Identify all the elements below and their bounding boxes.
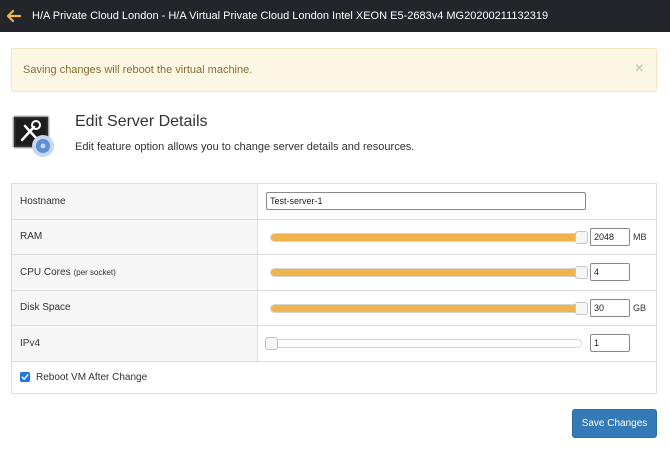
ipv4-input[interactable]: 1	[590, 334, 630, 352]
hostname-row: Hostname Test-server-1	[12, 184, 656, 220]
reboot-row: Reboot VM After Change	[12, 362, 656, 394]
disk-slider-handle[interactable]	[575, 301, 588, 315]
ram-slider-handle[interactable]	[575, 230, 588, 244]
disk-unit: GB	[633, 302, 647, 313]
save-changes-button[interactable]: Save Changes	[572, 409, 657, 438]
alert-message: Saving changes will reboot the virtual m…	[23, 64, 253, 76]
cpu-slider-fill	[271, 269, 581, 276]
cpu-row: CPU Cores (per socket) 4	[12, 255, 656, 291]
hostname-input[interactable]: Test-server-1	[266, 192, 586, 210]
ipv4-slider-handle[interactable]	[265, 337, 278, 350]
server-details-form: Hostname Test-server-1 RAM 2048 MB CPU C…	[11, 183, 657, 394]
checkmark-icon	[21, 374, 29, 380]
back-button[interactable]	[0, 0, 28, 32]
ram-input[interactable]: 2048	[590, 227, 630, 246]
close-icon[interactable]: ×	[635, 60, 644, 78]
cpu-slider-handle[interactable]	[575, 266, 588, 279]
reboot-label: Reboot VM After Change	[36, 371, 148, 383]
ipv4-row: IPv4 1	[12, 326, 656, 362]
disk-row: Disk Space 30 GB	[12, 290, 656, 326]
arrow-left-icon	[7, 10, 21, 22]
disk-slider[interactable]	[270, 301, 588, 315]
hostname-label: Hostname	[12, 184, 258, 219]
ram-unit: MB	[633, 231, 647, 242]
ram-label: RAM	[12, 219, 258, 254]
page-subtitle: Edit feature option allows you to change…	[75, 141, 415, 153]
window-title: H/A Private Cloud London - H/A Virtual P…	[32, 10, 549, 22]
disk-label: Disk Space	[12, 290, 258, 325]
ipv4-label: IPv4	[12, 326, 258, 361]
cpu-label: CPU Cores (per socket)	[12, 255, 258, 290]
ram-slider-fill	[271, 233, 581, 241]
reboot-warning-alert: Saving changes will reboot the virtual m…	[11, 48, 657, 92]
disk-slider-fill	[271, 304, 581, 312]
page-title: Edit Server Details	[75, 113, 208, 130]
ram-row: RAM 2048 MB	[12, 219, 656, 255]
reboot-checkbox[interactable]	[20, 372, 30, 382]
cpu-label-note: (per socket)	[73, 267, 116, 277]
server-settings-icon	[12, 114, 56, 158]
ipv4-slider[interactable]	[265, 337, 582, 350]
cpu-slider[interactable]	[270, 266, 588, 279]
ram-slider[interactable]	[270, 230, 588, 244]
disk-input[interactable]: 30	[590, 298, 630, 317]
cpu-label-text: CPU Cores	[20, 266, 71, 278]
cpu-input[interactable]: 4	[590, 263, 630, 281]
top-bar: H/A Private Cloud London - H/A Virtual P…	[0, 0, 670, 32]
